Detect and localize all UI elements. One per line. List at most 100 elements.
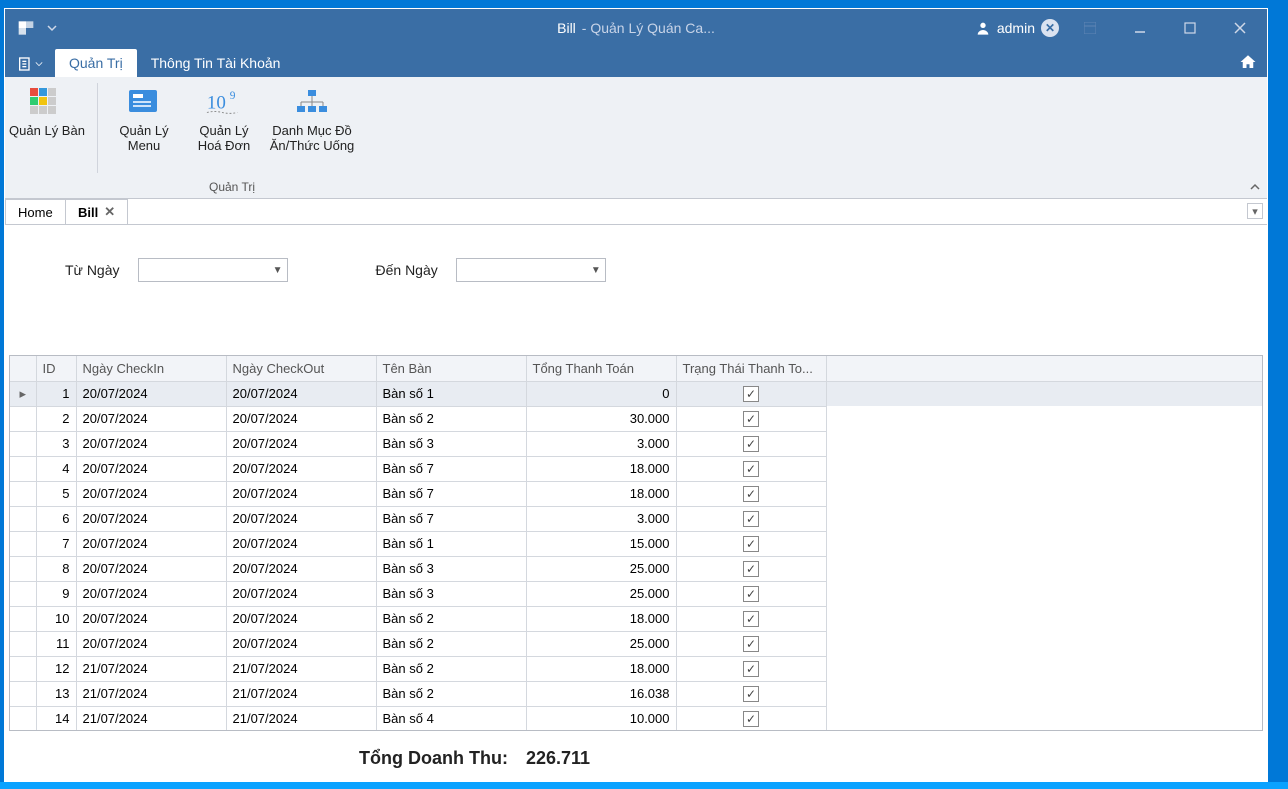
ribbon-tab-quantri[interactable]: Quản Trị: [55, 49, 137, 77]
ribbon-display-button[interactable]: [1067, 13, 1113, 43]
ribbon-btn-quanlyhoadon[interactable]: 109 Quản LýHoá Đơn: [184, 81, 264, 177]
cell-paid: ✓: [676, 556, 826, 581]
table-row[interactable]: 1421/07/202421/07/2024Bàn số 410.000✓: [10, 706, 1262, 731]
cell-checkin: 20/07/2024: [76, 406, 226, 431]
cell-paid: ✓: [676, 631, 826, 656]
grid-header-tong[interactable]: Tổng Thanh Toán: [526, 356, 676, 381]
checkbox-icon[interactable]: ✓: [743, 611, 759, 627]
logout-icon[interactable]: ✕: [1041, 19, 1059, 37]
ribbon-btn-label: Quản Lý Bàn: [9, 123, 85, 138]
table-row[interactable]: 820/07/202420/07/2024Bàn số 325.000✓: [10, 556, 1262, 581]
table-row[interactable]: 620/07/202420/07/2024Bàn số 73.000✓: [10, 506, 1262, 531]
cell-total: 15.000: [526, 531, 676, 556]
ribbon-btn-danhmucdoan[interactable]: Danh Mục ĐồĂn/Thức Uống: [264, 81, 360, 177]
table-row[interactable]: 1120/07/202420/07/2024Bàn số 225.000✓: [10, 631, 1262, 656]
checkbox-icon[interactable]: ✓: [743, 411, 759, 427]
hierarchy-icon: [293, 85, 331, 119]
checkbox-icon[interactable]: ✓: [743, 486, 759, 502]
table-row[interactable]: 1020/07/202420/07/2024Bàn số 218.000✓: [10, 606, 1262, 631]
user-chip[interactable]: admin ✕: [975, 19, 1059, 37]
table-row[interactable]: ▸120/07/202420/07/2024Bàn số 10✓: [10, 381, 1262, 406]
checkbox-icon[interactable]: ✓: [743, 636, 759, 652]
from-date-combo[interactable]: ▼: [138, 258, 288, 282]
cell-tenban: Bàn số 3: [376, 556, 526, 581]
grid-header-spacer: [826, 356, 1262, 381]
grid-header-trangthai[interactable]: Trạng Thái Thanh To...: [676, 356, 826, 381]
grid-header-checkin[interactable]: Ngày CheckIn: [76, 356, 226, 381]
close-button[interactable]: [1217, 13, 1263, 43]
table-row[interactable]: 520/07/202420/07/2024Bàn số 718.000✓: [10, 481, 1262, 506]
cell-spacer: [826, 431, 1262, 456]
ribbon-btn-label: Danh Mục ĐồĂn/Thức Uống: [270, 123, 355, 153]
ribbon-collapse-button[interactable]: [1249, 181, 1261, 196]
cell-checkout: 20/07/2024: [226, 506, 376, 531]
cell-total: 25.000: [526, 581, 676, 606]
checkbox-icon[interactable]: ✓: [743, 711, 759, 727]
ribbon-btn-quanlymenu[interactable]: Quản LýMenu: [104, 81, 184, 177]
data-grid[interactable]: ID Ngày CheckIn Ngày CheckOut Tên Bàn Tổ…: [9, 355, 1263, 731]
checkbox-icon[interactable]: ✓: [743, 536, 759, 552]
cell-spacer: [826, 506, 1262, 531]
ribbon-file-button[interactable]: [11, 51, 49, 77]
checkbox-icon[interactable]: ✓: [743, 436, 759, 452]
cell-checkin: 21/07/2024: [76, 681, 226, 706]
cell-checkout: 21/07/2024: [226, 656, 376, 681]
table-row[interactable]: 1321/07/202421/07/2024Bàn số 216.038✓: [10, 681, 1262, 706]
ribbon-group-label: Quản Trị: [209, 177, 255, 197]
cell-checkin: 20/07/2024: [76, 606, 226, 631]
row-indicator: [10, 431, 36, 456]
row-indicator: [10, 456, 36, 481]
checkbox-icon[interactable]: ✓: [743, 661, 759, 677]
doc-tab-home[interactable]: Home: [5, 199, 65, 224]
table-row[interactable]: 220/07/202420/07/2024Bàn số 230.000✓: [10, 406, 1262, 431]
desktop-bottom-strip: [0, 782, 1288, 789]
close-icon[interactable]: ✕: [104, 204, 115, 220]
ribbon-btn-quanlyban[interactable]: Quản Lý Bàn: [7, 81, 87, 177]
cell-checkout: 20/07/2024: [226, 581, 376, 606]
cell-tenban: Bàn số 3: [376, 581, 526, 606]
row-indicator: [10, 656, 36, 681]
cell-checkin: 20/07/2024: [76, 556, 226, 581]
cell-paid: ✓: [676, 456, 826, 481]
home-icon[interactable]: [1239, 53, 1257, 74]
doc-tab-bill[interactable]: Bill ✕: [65, 199, 128, 224]
table-row[interactable]: 720/07/202420/07/2024Bàn số 115.000✓: [10, 531, 1262, 556]
cell-total: 25.000: [526, 631, 676, 656]
checkbox-icon[interactable]: ✓: [743, 561, 759, 577]
grid-indicator-header[interactable]: [10, 356, 36, 381]
checkbox-icon[interactable]: ✓: [743, 686, 759, 702]
to-date-combo[interactable]: ▼: [456, 258, 606, 282]
ribbon-tab-thongtin[interactable]: Thông Tin Tài Khoản: [137, 49, 295, 77]
minimize-button[interactable]: [1117, 13, 1163, 43]
grid-header-id[interactable]: ID: [36, 356, 76, 381]
cell-tenban: Bàn số 7: [376, 506, 526, 531]
grid-header-tenban[interactable]: Tên Bàn: [376, 356, 526, 381]
qat-window-icon[interactable]: [13, 15, 39, 41]
total-label: Tổng Doanh Thu:: [359, 748, 508, 769]
row-indicator: [10, 506, 36, 531]
table-row[interactable]: 1221/07/202421/07/2024Bàn số 218.000✓: [10, 656, 1262, 681]
table-row[interactable]: 920/07/202420/07/2024Bàn số 325.000✓: [10, 581, 1262, 606]
maximize-button[interactable]: [1167, 13, 1213, 43]
table-row[interactable]: 420/07/202420/07/2024Bàn số 718.000✓: [10, 456, 1262, 481]
qat-dropdown-icon[interactable]: [45, 15, 59, 41]
filter-bar: Từ Ngày ▼ Đến Ngày ▼: [5, 225, 1267, 315]
doc-tab-label: Bill: [78, 205, 98, 220]
checkbox-icon[interactable]: ✓: [743, 461, 759, 477]
cell-spacer: [826, 481, 1262, 506]
table-row[interactable]: 320/07/202420/07/2024Bàn số 33.000✓: [10, 431, 1262, 456]
ribbon-group-quantri: Quản LýMenu 109 Quản LýHoá Đơn Danh Mục …: [102, 77, 362, 198]
cell-tenban: Bàn số 2: [376, 631, 526, 656]
cell-checkout: 20/07/2024: [226, 631, 376, 656]
doc-tabs-more[interactable]: ▾: [1247, 203, 1263, 219]
from-date-label: Từ Ngày: [65, 262, 120, 278]
grid-header-checkout[interactable]: Ngày CheckOut: [226, 356, 376, 381]
cell-checkout: 21/07/2024: [226, 706, 376, 731]
checkbox-icon[interactable]: ✓: [743, 586, 759, 602]
title-bar: Bill - Quản Lý Quán Ca... admin ✕: [5, 9, 1267, 47]
cell-tenban: Bàn số 2: [376, 681, 526, 706]
checkbox-icon[interactable]: ✓: [743, 511, 759, 527]
cell-checkin: 20/07/2024: [76, 431, 226, 456]
cell-spacer: [826, 556, 1262, 581]
checkbox-icon[interactable]: ✓: [743, 386, 759, 402]
